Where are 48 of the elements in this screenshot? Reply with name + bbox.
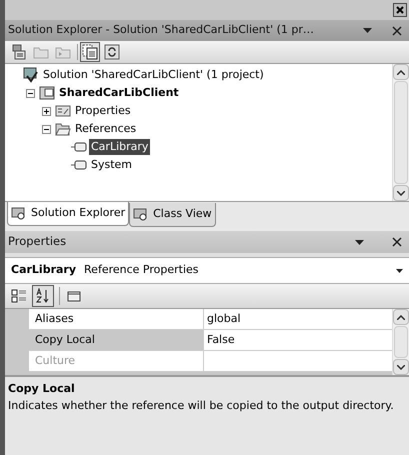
property-value-cell[interactable]: False	[204, 330, 392, 350]
window-title: Solution Explorer - Solution 'SharedCarLibClient' (1 pr…	[8, 22, 315, 38]
toolbar-button[interactable]	[102, 42, 122, 62]
project-icon	[39, 85, 55, 101]
object-type: Reference Properties	[84, 262, 200, 278]
tree-item[interactable]: System	[89, 157, 134, 173]
scrollbar[interactable]	[392, 309, 409, 375]
close-icon[interactable]	[392, 237, 402, 247]
properties-icon	[11, 44, 27, 60]
collapse-toggle[interactable]	[26, 88, 34, 98]
tree-item[interactable]: Properties	[73, 103, 133, 119]
property-name[interactable]: Aliases	[29, 309, 204, 329]
panel-title: Properties	[8, 233, 68, 250]
categorized-icon	[11, 288, 27, 304]
description-text: Indicates whether the reference will be copied to the output directory.	[8, 398, 395, 412]
plus-icon	[42, 108, 50, 114]
properties-icon	[55, 103, 71, 119]
folder-icon	[55, 121, 71, 137]
dropdown-caret-icon[interactable]	[355, 240, 364, 244]
object-name: CarLibrary	[11, 262, 76, 278]
close-icon	[396, 6, 404, 14]
collapse-toggle[interactable]	[42, 124, 50, 134]
toolbar-button[interactable]	[32, 285, 54, 307]
tree-item[interactable]: Solution 'SharedCarLibClient' (1 project)	[41, 67, 266, 83]
tree-item[interactable]: References	[73, 121, 138, 137]
dropdown-caret-icon	[396, 268, 403, 272]
property-value-cell[interactable]	[204, 351, 392, 371]
solution-icon	[23, 67, 39, 83]
object-selector[interactable]: CarLibrary Reference Properties	[5, 257, 409, 284]
tree-item[interactable]: CarLibrary	[89, 139, 150, 155]
close-button[interactable]	[393, 3, 407, 17]
scroll-up-icon[interactable]	[397, 314, 405, 320]
expand-toggle[interactable]	[42, 106, 50, 116]
property-value-cell[interactable]: global	[204, 309, 392, 329]
sort-alphabetical-icon	[35, 288, 51, 304]
documents-icon	[82, 44, 98, 60]
tab[interactable]: Solution Explorer	[7, 202, 130, 226]
refresh-icon	[104, 44, 120, 60]
toolbar-button[interactable]	[80, 42, 100, 62]
scroll-up-icon[interactable]	[397, 70, 405, 74]
scroll-down-icon[interactable]	[397, 190, 405, 196]
tab[interactable]: Class View	[129, 203, 216, 227]
close-icon[interactable]	[392, 26, 402, 36]
scroll-down-icon[interactable]	[397, 364, 405, 370]
tree-item[interactable]: SharedCarLibClient	[57, 85, 181, 101]
description-title: Copy Local	[8, 381, 76, 397]
scrollbar[interactable]	[392, 64, 409, 201]
dropdown-caret-icon[interactable]	[363, 28, 372, 33]
